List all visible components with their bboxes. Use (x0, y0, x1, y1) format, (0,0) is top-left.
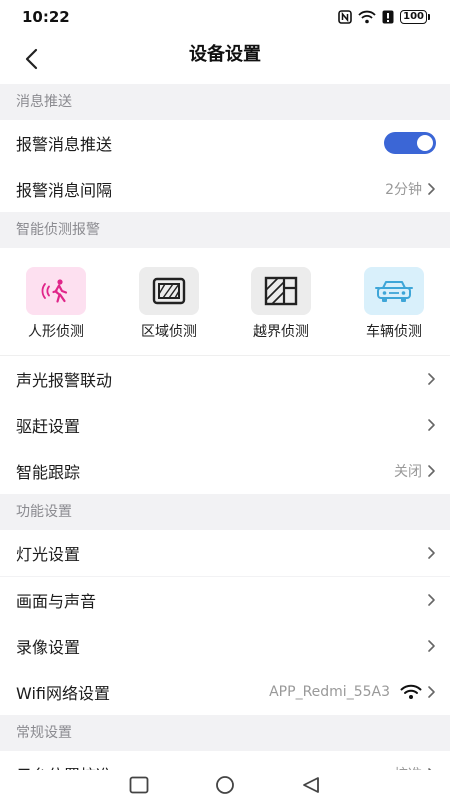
alarm-interval-value: 2分钟 (385, 182, 422, 198)
smart-tracking-label: 智能跟踪 (16, 463, 81, 482)
human-detection-item[interactable]: 人形侦测 (11, 267, 101, 341)
line-crossing-icon (264, 276, 298, 306)
status-bar: 10:22 100 (0, 0, 450, 34)
square-icon (129, 776, 149, 794)
section-header-function: 功能设置 (0, 494, 450, 530)
wifi-settings-label: Wifi网络设置 (16, 684, 110, 703)
chevron-right-icon (428, 373, 435, 385)
status-icons: 100 (338, 10, 430, 24)
alert-icon (382, 10, 394, 24)
light-sound-link-label: 声光报警联动 (16, 371, 113, 390)
home-button[interactable] (212, 774, 238, 796)
human-detection-label: 人形侦测 (28, 324, 84, 340)
recording-settings-row[interactable]: 录像设置 (0, 623, 450, 669)
human-detection-tile (26, 267, 86, 315)
page-title: 设备设置 (189, 44, 261, 65)
wifi-network-value: APP_Redmi_55A3 (269, 684, 390, 700)
alarm-interval-row[interactable]: 报警消息间隔 2分钟 (0, 166, 450, 212)
battery-icon: 100 (400, 10, 430, 24)
chevron-right-icon (428, 686, 435, 698)
alarm-push-row: 报警消息推送 (0, 120, 450, 166)
picture-sound-label: 画面与声音 (16, 592, 97, 611)
back-nav-button[interactable] (298, 774, 324, 796)
chevron-right-icon (428, 465, 435, 477)
chevron-right-icon (428, 640, 435, 652)
system-nav-bar (0, 770, 450, 800)
battery-level: 100 (400, 10, 427, 24)
nfc-icon (338, 10, 352, 24)
chevron-right-icon (428, 183, 435, 195)
alarm-push-toggle[interactable] (384, 132, 436, 154)
deter-settings-label: 驱赶设置 (16, 417, 81, 436)
section-header-message: 消息推送 (0, 84, 450, 120)
wifi-icon (400, 684, 422, 699)
alarm-push-label: 报警消息推送 (16, 135, 113, 154)
chevron-right-icon (428, 594, 435, 606)
deter-settings-row[interactable]: 驱赶设置 (0, 402, 450, 448)
vehicle-detection-label: 车辆侦测 (366, 324, 422, 340)
area-detection-label: 区域侦测 (141, 324, 197, 340)
area-detection-tile (139, 267, 199, 315)
triangle-back-icon (303, 777, 319, 793)
chevron-right-icon (428, 547, 435, 559)
smart-tracking-row[interactable]: 智能跟踪 关闭 (0, 448, 450, 494)
recents-button[interactable] (126, 774, 152, 796)
vehicle-detection-icon (375, 281, 413, 302)
light-settings-label: 灯光设置 (16, 545, 81, 564)
toggle-knob (417, 135, 433, 151)
circle-icon (216, 776, 234, 794)
wifi-status-icon (358, 10, 376, 24)
area-detection-item[interactable]: 区域侦测 (124, 267, 214, 341)
section-header-general: 常规设置 (0, 715, 450, 751)
section-header-smart: 智能侦测报警 (0, 212, 450, 248)
alarm-interval-label: 报警消息间隔 (16, 181, 113, 200)
chevron-right-icon (428, 419, 435, 431)
smart-tracking-value: 关闭 (394, 464, 422, 480)
recording-settings-label: 录像设置 (16, 638, 81, 657)
status-time: 10:22 (22, 8, 70, 26)
wifi-settings-row[interactable]: Wifi网络设置 APP_Redmi_55A3 (0, 669, 450, 715)
back-button[interactable] (14, 42, 48, 76)
line-crossing-tile (251, 267, 311, 315)
line-crossing-item[interactable]: 越界侦测 (236, 267, 326, 341)
light-sound-link-row[interactable]: 声光报警联动 (0, 356, 450, 402)
vehicle-detection-item[interactable]: 车辆侦测 (349, 267, 439, 341)
area-detection-icon (152, 277, 186, 305)
detection-grid: 人形侦测 区域侦测 越界侦测 车辆侦测 (0, 248, 450, 356)
picture-sound-row[interactable]: 画面与声音 (0, 577, 450, 623)
chevron-left-icon (25, 48, 38, 70)
nav-bar: 设备设置 (0, 34, 450, 84)
light-settings-row[interactable]: 灯光设置 (0, 530, 450, 576)
vehicle-detection-tile (364, 267, 424, 315)
line-crossing-label: 越界侦测 (253, 324, 309, 340)
human-detection-icon (41, 279, 68, 303)
